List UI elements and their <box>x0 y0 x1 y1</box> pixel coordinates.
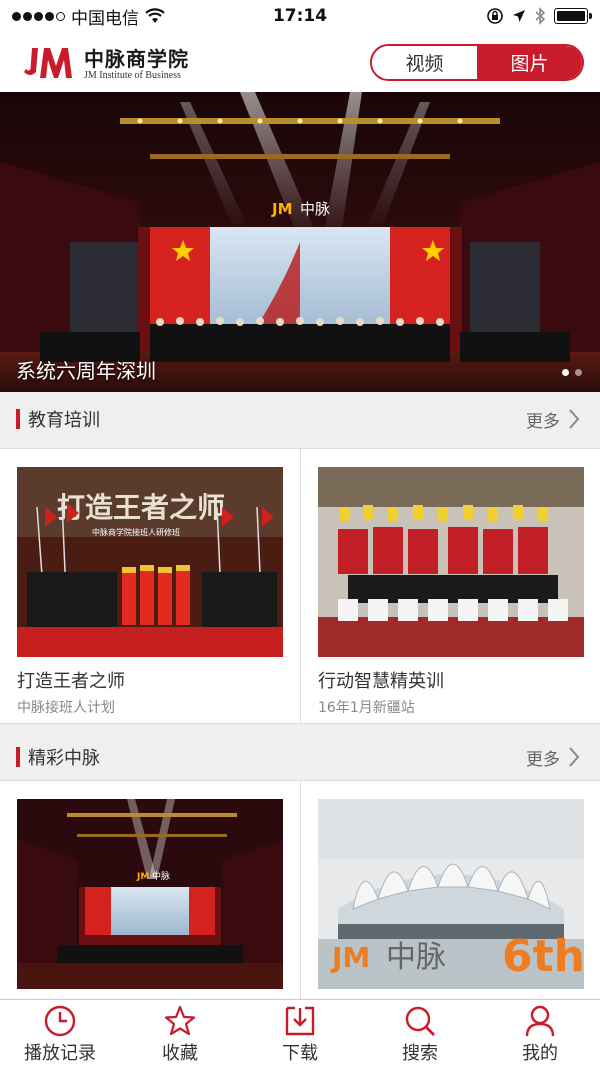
download-icon <box>285 1006 315 1036</box>
card-item[interactable]: JM 中脉 6th <box>300 781 600 999</box>
section-marker <box>16 747 20 767</box>
thumb-sign-text: 中脉 <box>386 940 446 975</box>
card-subtitle: 16年1月新疆站 <box>318 700 415 716</box>
thumb-stage-sign: 中脉 <box>152 870 170 882</box>
card-thumbnail: JM 中脉 6th <box>318 799 584 989</box>
battery-icon <box>554 8 592 24</box>
card-thumbnail <box>318 467 584 657</box>
jm-logo-icon <box>24 48 72 78</box>
thumb-sign-number: 6th <box>502 931 584 982</box>
bluetooth-icon <box>535 7 546 25</box>
banner-stage-sign: 中脉 <box>300 200 330 218</box>
more-label: 更多 <box>526 411 560 432</box>
pager-dot[interactable] <box>575 369 582 376</box>
section-header-highlights: 精彩中脉 更多 <box>0 730 600 784</box>
section-title: 精彩中脉 <box>28 748 100 769</box>
tab-search[interactable]: 搜索 <box>360 1000 480 1067</box>
tab-profile[interactable]: 我的 <box>480 1000 600 1067</box>
card-item[interactable]: 行动智慧精英训 16年1月新疆站 <box>300 449 600 723</box>
more-button[interactable]: 更多 <box>526 745 580 770</box>
card-title: 打造王者之师 <box>17 671 125 692</box>
tab-images[interactable]: 图片 <box>477 45 582 79</box>
card-item[interactable]: 打造王者之师 中脉商学院接班人研修班 打造王者之师 中脉接班人计划 <box>0 449 300 723</box>
highlights-grid: JM 中脉 JM 中脉 6th <box>0 780 600 1000</box>
location-icon <box>513 10 525 22</box>
card-title: 行动智慧精英训 <box>318 671 444 692</box>
signal-icon <box>12 11 65 21</box>
education-grid: 打造王者之师 中脉商学院接班人研修班 打造王者之师 中脉接班人计划 行动智慧精英… <box>0 448 600 724</box>
tab-history[interactable]: 播放记录 <box>0 1000 120 1067</box>
chevron-right-icon <box>569 747 580 767</box>
card-thumbnail: JM 中脉 <box>17 799 283 989</box>
logo-title: 中脉商学院 <box>84 47 189 71</box>
carrier-label: 中国电信 <box>71 8 139 29</box>
section-header-education: 教育培训 更多 <box>0 392 600 446</box>
banner-caption: 系统六周年深圳 <box>16 359 156 383</box>
more-label: 更多 <box>526 749 560 770</box>
card-thumbnail: 打造王者之师 中脉商学院接班人研修班 <box>17 467 283 657</box>
section-marker <box>16 409 20 429</box>
logo: 中脉商学院 JM Institute of Business <box>20 42 189 82</box>
hero-banner[interactable]: JM 中脉 系统六周年深圳 <box>0 92 600 392</box>
svg-text:JM: JM <box>136 872 149 882</box>
banner-pager[interactable] <box>562 369 582 376</box>
rotation-lock-icon <box>487 8 503 24</box>
status-bar: 中国电信 17:14 <box>0 0 600 32</box>
search-icon <box>405 1006 435 1036</box>
wifi-icon <box>145 8 165 23</box>
logo-subtitle: JM Institute of Business <box>84 70 181 81</box>
svg-text:JM: JM <box>330 941 370 974</box>
star-icon <box>164 1005 196 1036</box>
card-item[interactable]: JM 中脉 <box>0 781 300 999</box>
chevron-right-icon <box>569 409 580 429</box>
media-type-toggle: 视频 图片 <box>370 43 584 81</box>
thumb-banner-sub: 中脉商学院接班人研修班 <box>92 527 180 537</box>
tab-label: 下载 <box>282 1043 318 1064</box>
more-button[interactable]: 更多 <box>526 407 580 432</box>
tab-video[interactable]: 视频 <box>372 45 477 79</box>
tab-favorites[interactable]: 收藏 <box>120 1000 240 1067</box>
tab-label: 搜索 <box>402 1043 438 1064</box>
pager-dot[interactable] <box>562 369 569 376</box>
svg-text:JM: JM <box>271 200 293 218</box>
app-header: 中脉商学院 JM Institute of Business 视频 图片 <box>0 32 600 92</box>
tab-label: 收藏 <box>162 1043 198 1064</box>
tab-label: 播放记录 <box>24 1043 96 1064</box>
tab-label: 我的 <box>522 1043 558 1064</box>
tab-downloads[interactable]: 下载 <box>240 1000 360 1067</box>
bottom-tab-bar: 播放记录 收藏 下载 搜索 我的 <box>0 999 600 1067</box>
banner-stage-image: JM 中脉 <box>0 92 600 392</box>
user-icon <box>525 1005 555 1037</box>
section-title: 教育培训 <box>28 410 100 431</box>
thumb-banner-text: 打造王者之师 <box>57 491 225 524</box>
clock-icon <box>44 1005 76 1037</box>
card-subtitle: 中脉接班人计划 <box>17 700 115 716</box>
